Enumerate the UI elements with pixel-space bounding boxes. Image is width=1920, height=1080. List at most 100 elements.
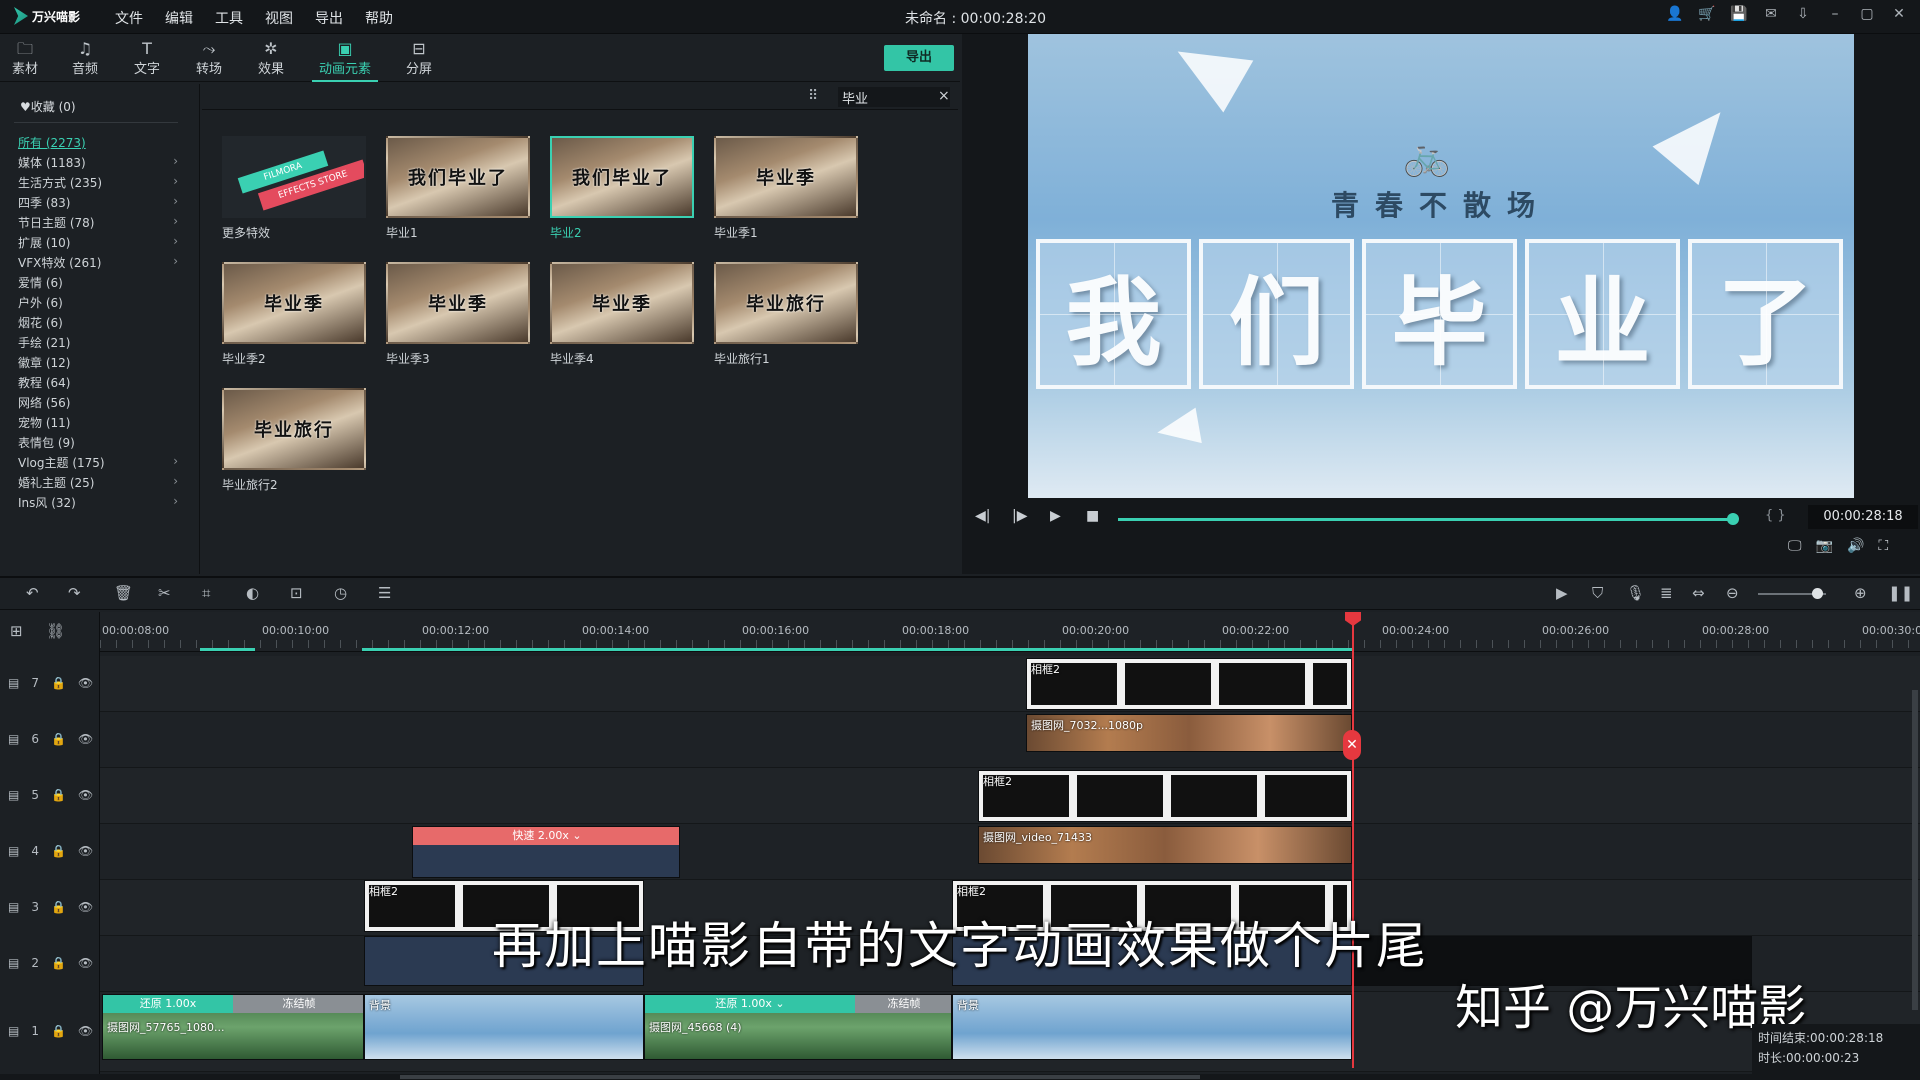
thumb-item[interactable]: 毕业季 毕业季4	[550, 262, 694, 367]
eye-icon[interactable]: 👁	[78, 900, 93, 914]
maximize-icon[interactable]: ▢	[1858, 6, 1876, 22]
menu-tools[interactable]: 工具	[215, 8, 243, 28]
step-forward-icon[interactable]: |▶	[1012, 508, 1027, 524]
frame-clip[interactable]: 相框2	[1026, 658, 1352, 710]
horizontal-scroll-thumb[interactable]	[400, 1075, 1200, 1079]
mixer-icon[interactable]: ≣	[1660, 584, 1673, 602]
eye-icon[interactable]: 👁	[78, 844, 93, 858]
eye-icon[interactable]: 👁	[78, 956, 93, 970]
close-icon[interactable]: ✕	[1890, 6, 1908, 22]
category-item[interactable]: 教程 (64)	[18, 374, 178, 394]
background-clip[interactable]: 背景	[364, 994, 644, 1060]
mail-icon[interactable]: ✉	[1762, 6, 1780, 22]
export-button[interactable]: 导出	[884, 45, 954, 71]
lock-icon[interactable]: 🔒	[51, 1024, 66, 1038]
menu-edit[interactable]: 编辑	[165, 8, 193, 28]
thumb-item[interactable]: 毕业季 毕业季1	[714, 136, 858, 241]
marker-icon[interactable]: ⛉	[1592, 584, 1603, 602]
menu-help[interactable]: 帮助	[365, 8, 393, 28]
tab-text[interactable]: T 文字	[122, 40, 172, 78]
cart-icon[interactable]: 🛒	[1698, 6, 1716, 22]
category-item[interactable]: Vlog主题 (175) ›	[18, 454, 178, 474]
volume-icon[interactable]: 🔊	[1847, 538, 1864, 554]
track-row[interactable]	[100, 656, 1920, 712]
eye-icon[interactable]: 👁	[78, 676, 93, 690]
thumb-item[interactable]: 我们毕业了 毕业1	[386, 136, 530, 241]
category-item[interactable]: 网络 (56)	[18, 394, 178, 414]
tab-elements[interactable]: ▣ 动画元素	[312, 40, 378, 82]
color-icon[interactable]: ◐	[246, 584, 259, 602]
download-icon[interactable]: ⇩	[1794, 6, 1812, 22]
thumb-item[interactable]: 毕业季 毕业季2	[222, 262, 366, 367]
adjust-icon[interactable]: ☰	[378, 584, 391, 602]
category-item[interactable]: 扩展 (10) ›	[18, 234, 178, 254]
step-back-icon[interactable]: ◀|	[975, 508, 990, 524]
tab-transition[interactable]: ⤳ 转场	[184, 40, 234, 78]
pause-icon[interactable]: ❚❚	[1888, 584, 1913, 602]
playback-progress[interactable]	[1118, 518, 1734, 521]
display-icon[interactable]: 🖵	[1788, 538, 1802, 554]
thumb-item[interactable]: 毕业季 毕业季3	[386, 262, 530, 367]
lock-icon[interactable]: 🔒	[51, 900, 66, 914]
category-item[interactable]: 媒体 (1183) ›	[18, 154, 178, 174]
menu-view[interactable]: 视图	[265, 8, 293, 28]
save-icon[interactable]: 💾	[1730, 6, 1748, 22]
lock-icon[interactable]: 🔒	[51, 956, 66, 970]
category-item[interactable]: 四季 (83) ›	[18, 194, 178, 214]
thumb-item-selected[interactable]: 我们毕业了 毕业2	[550, 136, 694, 241]
playback-knob[interactable]	[1727, 513, 1739, 525]
eye-icon[interactable]: 👁	[78, 732, 93, 746]
tab-effects[interactable]: ✲ 效果	[246, 40, 296, 78]
search-clear-icon[interactable]: ×	[938, 88, 950, 104]
lock-icon[interactable]: 🔒	[51, 788, 66, 802]
mark-in-out-icon[interactable]: { }	[1765, 508, 1786, 523]
tab-split-screen[interactable]: ⊟ 分屏	[394, 40, 444, 78]
video-clip[interactable]: 还原 1.00x 冻结帧 摄图网_57765_1080...	[102, 994, 364, 1060]
playhead-split-icon[interactable]: ✕	[1343, 730, 1361, 760]
thumb-more-effects[interactable]: FILMORA EFFECTS STORE 更多特效	[222, 136, 366, 241]
thumb-item[interactable]: 毕业旅行 毕业旅行2	[222, 388, 366, 493]
category-item[interactable]: 表情包 (9)	[18, 434, 178, 454]
video-clip[interactable]: 还原 1.00x ⌄ 冻结帧 摄图网_45668 (4)	[644, 994, 952, 1060]
category-item[interactable]: 徽章 (12)	[18, 354, 178, 374]
account-icon[interactable]: 👤	[1666, 6, 1684, 22]
grid-view-icon[interactable]: ⠿	[808, 88, 818, 104]
category-item[interactable]: 宠物 (11)	[18, 414, 178, 434]
render-icon[interactable]: ▶	[1556, 584, 1568, 602]
green-screen-icon[interactable]: ⊡	[290, 584, 303, 602]
track-row[interactable]	[100, 712, 1920, 768]
crop-icon[interactable]: ⌗	[202, 584, 210, 602]
minimize-icon[interactable]: –	[1826, 6, 1844, 22]
category-item[interactable]: Ins风 (32) ›	[18, 494, 178, 514]
category-item[interactable]: 所有 (2273)	[18, 134, 178, 154]
menu-file[interactable]: 文件	[115, 8, 143, 28]
play-icon[interactable]: ▶	[1050, 508, 1061, 524]
playhead[interactable]	[1352, 612, 1354, 1068]
eye-icon[interactable]: 👁	[78, 788, 93, 802]
snapshot-icon[interactable]: 📷	[1816, 538, 1833, 554]
lock-icon[interactable]: 🔒	[51, 732, 66, 746]
zoom-out-icon[interactable]: ⊖	[1726, 584, 1739, 602]
cut-icon[interactable]: ✂	[158, 584, 171, 602]
mic-icon[interactable]: 🎙	[1626, 584, 1645, 602]
lock-icon[interactable]: 🔒	[51, 844, 66, 858]
lock-icon[interactable]: 🔒	[51, 676, 66, 690]
zoom-knob[interactable]	[1812, 588, 1823, 599]
tab-audio[interactable]: ♫ 音频	[60, 40, 110, 78]
add-track-icon[interactable]: ⊞	[10, 622, 23, 640]
search-input[interactable]	[838, 87, 950, 107]
category-item[interactable]: 烟花 (6)	[18, 314, 178, 334]
thumb-item[interactable]: 毕业旅行 毕业旅行1	[714, 262, 858, 367]
fullscreen-icon[interactable]: ⛶	[1878, 538, 1888, 554]
category-item[interactable]: 手绘 (21)	[18, 334, 178, 354]
frame-clip[interactable]: 相框2	[978, 770, 1352, 822]
zoom-in-icon[interactable]: ⊕	[1854, 584, 1867, 602]
speed-icon[interactable]: ◷	[334, 584, 347, 602]
category-item[interactable]: 户外 (6)	[18, 294, 178, 314]
category-item[interactable]: 生活方式 (235) ›	[18, 174, 178, 194]
tab-media[interactable]: 🗀 素材	[0, 40, 50, 78]
vertical-scrollbar[interactable]	[1912, 690, 1918, 1010]
eye-icon[interactable]: 👁	[78, 1024, 93, 1038]
fit-icon[interactable]: ⇔	[1692, 584, 1705, 602]
category-item[interactable]: 节日主题 (78) ›	[18, 214, 178, 234]
